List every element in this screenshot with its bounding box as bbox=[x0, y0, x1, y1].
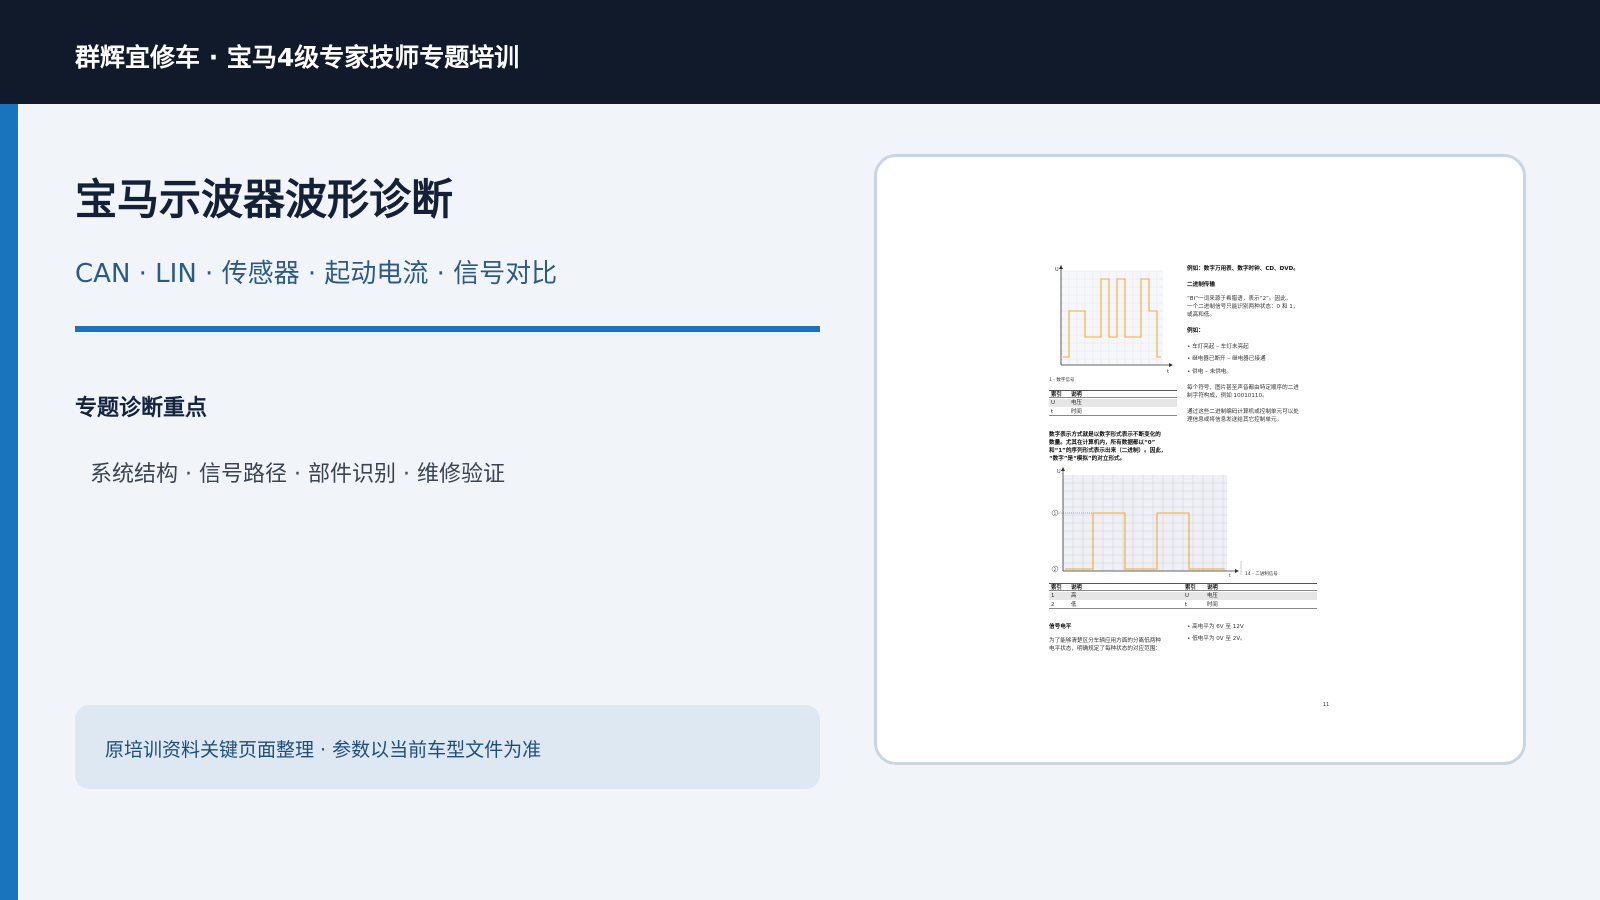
page-title: 宝马示波器波形诊断 bbox=[75, 175, 454, 224]
signal-bullet: • 高电平为 6V 至 12V bbox=[1187, 624, 1244, 630]
signal-text-line: 电平状态，明确规定了每种状态的对应范围： bbox=[1049, 646, 1161, 652]
left-accent-bar bbox=[0, 104, 18, 900]
doc-right-line: “Bi”一词来源于希腊语，表示“2”。因此， bbox=[1187, 296, 1292, 302]
section-heading: 专题诊断重点 bbox=[75, 396, 208, 421]
table2-cell: 高 bbox=[1071, 593, 1077, 599]
document-preview-card: U t 1 - 数字信号 索引 说明 U 电压 t 时间 数字表示方式就是以数字… bbox=[874, 154, 1526, 765]
table1-header-index: 索引 bbox=[1051, 392, 1062, 398]
doc-right-line: 例如： bbox=[1187, 328, 1204, 334]
index-table-2: 索引 说明 索引 说明 1 高 U 电压 2 低 t 时间 bbox=[1049, 583, 1317, 611]
note-box: 原培训资料关键页面整理 · 参数以当前车型文件为准 bbox=[75, 705, 820, 789]
table2-cell: 2 bbox=[1051, 602, 1055, 608]
doc-right-bullet: • 继电器已断开 – 继电器已接通 bbox=[1187, 356, 1266, 362]
doc-right-line: 制字符构成，例如 10010110。 bbox=[1187, 393, 1268, 399]
table2-cell: U bbox=[1185, 593, 1189, 599]
signal-bullet: • 低电平为 0V 至 2V。 bbox=[1187, 636, 1246, 642]
doc-para-line: “数字”是“模拟”的对立形式。 bbox=[1049, 456, 1126, 462]
table2-header: 索引 bbox=[1051, 585, 1062, 591]
table2-header: 索引 bbox=[1185, 585, 1196, 591]
table2-header: 说明 bbox=[1071, 585, 1082, 591]
svg-text:U: U bbox=[1057, 469, 1061, 475]
header-title: 群辉宜修车 · 宝马4级专家技师专题培训 bbox=[75, 43, 520, 72]
signal-heading: 信号电平 bbox=[1049, 624, 1072, 630]
svg-text:t: t bbox=[1167, 369, 1169, 375]
table1-cell: 时间 bbox=[1071, 409, 1082, 415]
doc-right-bullet: • 车灯亮起 – 车灯未亮起 bbox=[1187, 344, 1249, 350]
digital-signal-figure: U t bbox=[1055, 265, 1173, 375]
page-number: 11 bbox=[1323, 702, 1330, 708]
doc-right-line: 每个符号、图片甚至声音都由特定顺序的二进 bbox=[1187, 385, 1299, 391]
svg-text:1: 1 bbox=[1054, 511, 1057, 516]
table2-cell: t bbox=[1185, 602, 1188, 608]
doc-right-line: 通过这些二进制编码计算机或控制单元可以处 bbox=[1187, 409, 1299, 415]
doc-right-line: 例如：数字万用表、数字时钟、CD、DVD。 bbox=[1187, 266, 1299, 272]
table1-header-desc: 说明 bbox=[1071, 392, 1082, 398]
section-body: 系统结构 · 信号路径 · 部件识别 · 维修验证 bbox=[90, 462, 505, 487]
table2-header: 说明 bbox=[1207, 585, 1218, 591]
document-page: U t 1 - 数字信号 索引 说明 U 电压 t 时间 数字表示方式就是以数字… bbox=[1049, 265, 1331, 708]
binary-signal-figure: 1 2 U t bbox=[1051, 467, 1242, 579]
doc-para-line: 数量。尤其在计算机内，所有数据都以“0” bbox=[1049, 440, 1156, 446]
table1-cell: 电压 bbox=[1071, 400, 1082, 406]
svg-text:U: U bbox=[1055, 267, 1059, 273]
doc-right-bullet: • 供电 – 未供电。 bbox=[1187, 369, 1232, 375]
fig1-caption: 1 - 数字信号 bbox=[1049, 378, 1075, 383]
title-divider bbox=[75, 326, 820, 332]
note-text: 原培训资料关键页面整理 · 参数以当前车型文件为准 bbox=[105, 739, 542, 761]
doc-right-heading: 二进制传输 bbox=[1187, 282, 1215, 288]
page-subtitle: CAN · LIN · 传感器 · 起动电流 · 信号对比 bbox=[75, 259, 558, 289]
fig2-caption: 14 - 二进制信号 bbox=[1245, 572, 1278, 577]
table2-cell: 电压 bbox=[1207, 593, 1218, 599]
table1-cell: t bbox=[1051, 409, 1054, 415]
header-bar: 群辉宜修车 · 宝马4级专家技师专题培训 bbox=[0, 0, 1600, 104]
svg-text:t: t bbox=[1229, 573, 1231, 579]
table2-cell: 1 bbox=[1051, 593, 1055, 599]
svg-text:2: 2 bbox=[1054, 567, 1057, 572]
index-table-1: 索引 说明 U 电压 t 时间 bbox=[1049, 390, 1177, 418]
doc-right-line: 理信息或将信息发送给其它控制单元。 bbox=[1187, 417, 1283, 423]
doc-para-line: 和“1”的序列形式表示出来（二进制）。因此， bbox=[1049, 448, 1167, 454]
table1-cell: U bbox=[1051, 400, 1055, 406]
table2-cell: 时间 bbox=[1207, 602, 1218, 608]
signal-text-line: 为了能够清楚区分车辆应用方面的分离低两种 bbox=[1049, 638, 1161, 644]
doc-right-line: 或高和低。 bbox=[1187, 312, 1215, 318]
doc-right-line: 一个二进制信号只能识别两种状态：0 和 1， bbox=[1187, 304, 1299, 310]
table2-cell: 低 bbox=[1071, 602, 1077, 608]
doc-para-line: 数字表示方式就是以数字形式表示不断变化的 bbox=[1049, 432, 1161, 438]
